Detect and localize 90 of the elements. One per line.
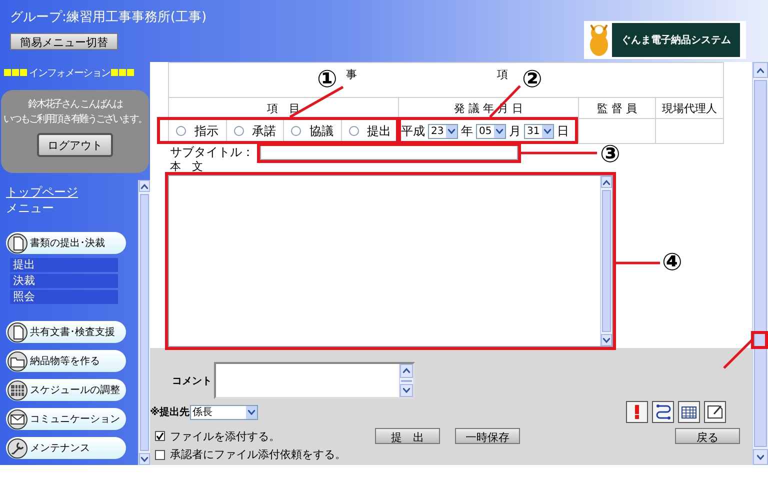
date-select[interactable]: 23: [428, 124, 458, 138]
mail-icon: [7, 408, 28, 430]
request-attach-checkbox[interactable]: 承認者にファイル添付依頼をする。: [155, 447, 455, 462]
logo: ぐんま電子納品システム: [584, 21, 746, 59]
callout-number: ③: [600, 142, 620, 166]
menu-link[interactable]: メニュー: [6, 200, 54, 216]
nav-button[interactable]: コミュニケーション: [6, 408, 126, 430]
tool-button[interactable]: [652, 401, 674, 423]
menu-toggle-button[interactable]: 簡易メニュー切替: [10, 33, 118, 50]
welcome-text: いつもご利用頂き有難うございます。: [4, 112, 146, 127]
back-button[interactable]: 戻る: [675, 428, 740, 444]
scrollbar[interactable]: [752, 62, 768, 465]
info-heading: インフォメーション: [0, 62, 150, 80]
scroll-up-button[interactable]: [139, 180, 150, 192]
submit-button[interactable]: 提 出: [375, 428, 440, 444]
tool-button[interactable]: [678, 401, 700, 423]
wrench-icon: [7, 438, 28, 458]
column-header: 現場代理人: [662, 102, 717, 114]
column-header: 監 督 員: [597, 102, 637, 114]
nav-subitem[interactable]: 決裁: [10, 274, 118, 288]
caret-down-icon: [448, 128, 455, 134]
calendar-icon: [7, 380, 28, 400]
tool-button[interactable]: [626, 401, 648, 423]
scrollbar[interactable]: [600, 176, 612, 346]
check-icon: [156, 432, 164, 440]
callout-number: ④: [662, 250, 682, 274]
nav-button[interactable]: スケジュールの調整: [6, 379, 126, 401]
caret-down-icon: [141, 456, 148, 462]
type-radio[interactable]: 協議: [284, 119, 342, 143]
highlight-frame: [751, 331, 768, 349]
callout-number: ①: [317, 67, 338, 91]
comment-field[interactable]: [214, 362, 415, 399]
day-unit: 日: [557, 122, 569, 140]
caret-up-icon: [141, 184, 148, 188]
nav-button[interactable]: 納品物等を作る: [6, 350, 126, 372]
table-title: 項: [497, 66, 508, 82]
scroll-down-button[interactable]: [753, 449, 768, 465]
type-radio[interactable]: 指示: [169, 119, 226, 143]
table-title: 事: [346, 66, 357, 82]
nav-subitem[interactable]: 照会: [10, 290, 118, 304]
caret-down-icon: [603, 338, 610, 342]
nav-subitem[interactable]: 提出: [10, 258, 118, 272]
scroll-down-button[interactable]: [601, 334, 612, 346]
document-icon: [7, 232, 28, 254]
attach-checkbox[interactable]: ファイルを添付する。: [155, 428, 375, 444]
calendar-icon: [681, 406, 697, 418]
nav-button[interactable]: 書類の提出･決裁: [6, 232, 126, 254]
caret-up-icon: [757, 68, 764, 72]
caret-down-icon: [757, 454, 764, 460]
caret-down-icon: [496, 128, 503, 134]
scroll-up-button[interactable]: [400, 364, 413, 378]
scrollbar[interactable]: [138, 180, 150, 465]
year-unit: 年: [461, 122, 473, 140]
leader-line: [723, 339, 753, 369]
caret-up-icon: [403, 368, 410, 374]
folder-icon: [7, 350, 28, 372]
route-icon: [656, 404, 670, 420]
note-icon: [707, 405, 723, 419]
scroll-down-button[interactable]: [400, 384, 413, 397]
nav-button[interactable]: メンテナンス: [6, 437, 126, 459]
month-unit: 月: [509, 122, 521, 140]
leader-line: [289, 86, 344, 118]
subtitle-label: サブタイトル：: [170, 144, 254, 160]
save-draft-button[interactable]: 一時保存: [455, 428, 520, 444]
greeting-text: 鈴木花子さん こんばんは: [28, 98, 122, 112]
date-select[interactable]: 31: [524, 124, 554, 138]
document-icon: [7, 322, 28, 342]
caret-down-icon: [544, 128, 551, 134]
tool-button[interactable]: [704, 401, 726, 423]
type-radio[interactable]: 提出: [342, 119, 398, 143]
nav-button[interactable]: 共有文書･検査支援: [6, 321, 126, 343]
scrollbar[interactable]: [399, 364, 413, 397]
scroll-down-button[interactable]: [139, 453, 150, 465]
scroll-up-button[interactable]: [753, 62, 768, 78]
type-radio[interactable]: 承諾: [226, 119, 284, 143]
date-select[interactable]: 05: [476, 124, 506, 138]
body-label: 本 文: [170, 161, 203, 172]
top-page-link[interactable]: トップページ: [6, 184, 78, 200]
recipient-select[interactable]: 係長: [190, 404, 258, 420]
caret-down-icon: [403, 388, 410, 393]
era-label: 平成: [401, 122, 425, 140]
scroll-up-button[interactable]: [601, 176, 612, 188]
caret-down-icon: [248, 410, 255, 414]
caret-up-icon: [603, 180, 610, 184]
exclamation-icon: [635, 405, 639, 419]
recipient-label: ※提出先: [150, 406, 190, 419]
comment-label: コメント: [172, 374, 212, 388]
callout-number: ②: [522, 67, 542, 91]
group-name: グループ:練習用工事事務所(工事): [10, 9, 207, 26]
logout-button[interactable]: ログアウト: [37, 133, 113, 157]
